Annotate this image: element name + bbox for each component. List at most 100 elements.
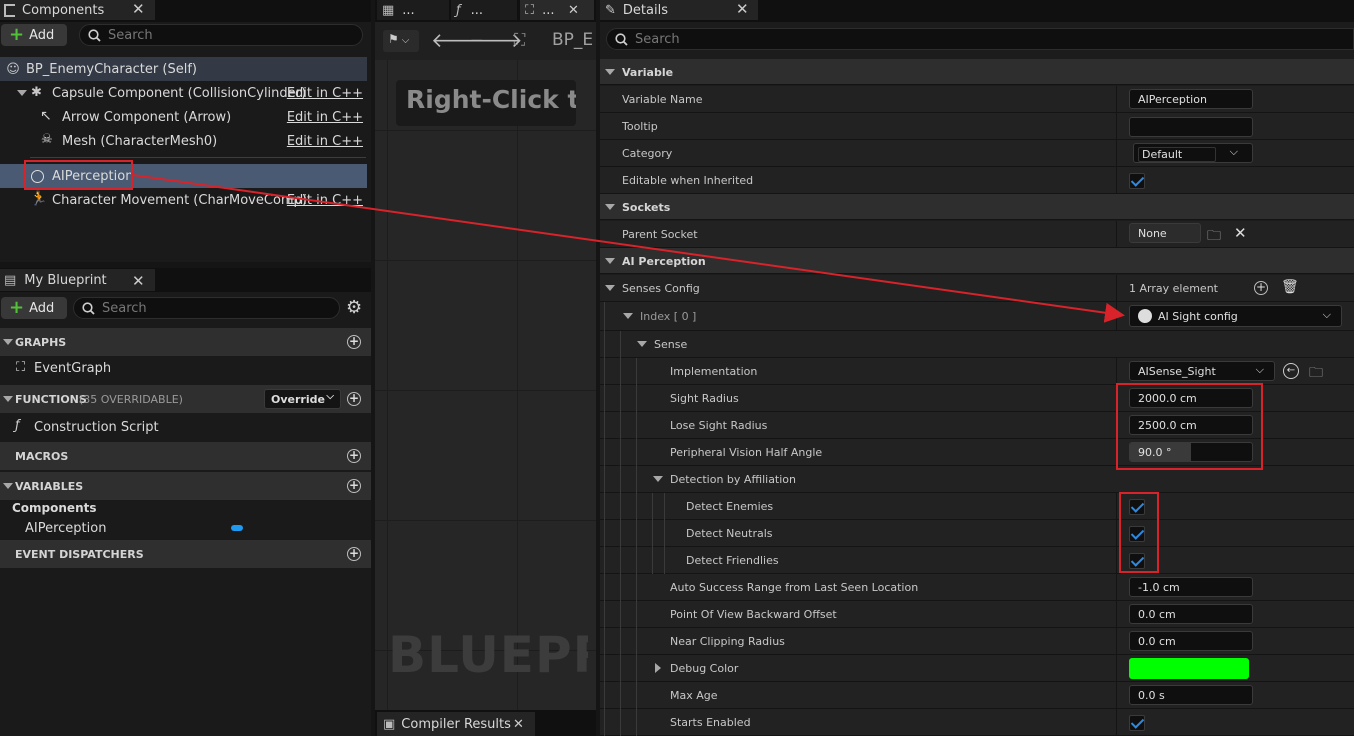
section-variables[interactable]: VARIABLES + <box>0 472 371 500</box>
collapse-arrow-icon <box>605 204 615 210</box>
section-event-dispatchers[interactable]: EVENT DISPATCHERS + <box>0 540 371 568</box>
add-component-button[interactable]: + Add <box>1 24 67 46</box>
tab-viewport[interactable]: ▦... <box>377 0 449 20</box>
sight-config-icon <box>1138 309 1152 323</box>
expand-arrow-icon <box>17 90 27 96</box>
collapse-arrow-icon[interactable] <box>623 313 633 319</box>
my-blueprint-search-input[interactable]: Search <box>73 297 340 319</box>
search-icon <box>82 301 95 315</box>
section-variable[interactable]: Variable <box>600 59 1354 85</box>
row-auto-success-range: Auto Success Range from Last Seen Locati… <box>600 574 1354 601</box>
construction-script-item[interactable]: ƒ Construction Script <box>0 415 371 439</box>
skeleton-icon: ☠ <box>41 132 53 147</box>
collapse-arrow-icon[interactable] <box>653 476 663 482</box>
bookmark-dropdown[interactable]: ⚑ ⌵ <box>383 30 419 52</box>
breadcrumb[interactable]: BP_E <box>552 30 593 50</box>
trash-icon[interactable]: 🗑 <box>1281 279 1299 295</box>
annotation-box-aiperception <box>24 160 133 190</box>
tab-compiler-results[interactable]: ▣ Compiler Results ✕ <box>377 712 535 736</box>
edit-in-cpp-link[interactable]: Edit in C++ <box>287 134 363 149</box>
close-icon[interactable]: ✕ <box>513 717 524 732</box>
max-age-input[interactable]: 0.0 s <box>1129 685 1253 705</box>
row-detection-affiliation: Detection by Affiliation <box>600 466 1354 493</box>
components-tab-label: Components <box>22 2 105 18</box>
variables-group-components[interactable]: Components <box>12 501 97 515</box>
annotation-box-affiliation-checks <box>1119 492 1159 573</box>
implementation-dropdown[interactable]: AISense_Sight ⌵ <box>1129 361 1275 381</box>
tooltip-input[interactable] <box>1129 117 1253 137</box>
row-parent-socket: Parent Socket None 🗀 ✕ <box>600 221 1354 248</box>
clear-x-icon[interactable]: ✕ <box>1234 224 1247 242</box>
component-row-capsule[interactable]: ✱ Capsule Component (CollisionCylinder) … <box>0 81 367 105</box>
section-functions[interactable]: FUNCTIONS (35 OVERRIDABLE) Override ⌵ + <box>0 385 371 413</box>
sense-config-dropdown[interactable]: AI Sight config ⌵ <box>1129 305 1342 327</box>
category-dropdown[interactable]: Default ⌵ <box>1133 143 1253 163</box>
graph-icon: ⛶ <box>16 360 26 375</box>
edit-in-cpp-link[interactable]: Edit in C++ <box>287 86 363 101</box>
expand-arrow-icon[interactable] <box>655 663 661 673</box>
movement-icon: 🏃 <box>30 191 48 207</box>
bookmark-icon: ⚑ <box>388 32 399 46</box>
grid-line <box>387 60 388 710</box>
add-element-icon[interactable]: + <box>1254 281 1268 295</box>
gear-icon[interactable]: ⚙ <box>346 297 362 319</box>
graph-icon: ⛶ <box>525 2 535 18</box>
add-graph-icon[interactable]: + <box>347 335 361 349</box>
editable-inherited-checkbox[interactable] <box>1129 173 1145 189</box>
component-row-mesh[interactable]: ☠ Mesh (CharacterMesh0) Edit in C++ <box>0 129 367 153</box>
component-row-arrow[interactable]: ↖ Arrow Component (Arrow) Edit in C++ <box>0 105 367 129</box>
browse-folder-icon[interactable]: 🗀 <box>1207 225 1221 249</box>
close-icon[interactable]: ✕ <box>736 0 749 18</box>
add-member-button[interactable]: + Add <box>1 297 67 319</box>
edit-in-cpp-link[interactable]: Edit in C++ <box>287 193 363 208</box>
variable-item-aiperception[interactable]: AIPerception <box>0 516 371 540</box>
add-macro-icon[interactable]: + <box>347 449 361 463</box>
grid-line <box>517 60 518 710</box>
right-click-hint: Right-Click t <box>396 80 576 126</box>
graph-icon: ⛶ <box>514 30 526 49</box>
close-icon[interactable]: ✕ <box>568 3 579 18</box>
grid-line <box>375 520 596 521</box>
collapse-arrow-icon[interactable] <box>605 285 615 291</box>
browse-folder-icon[interactable]: 🗀 <box>1309 362 1323 386</box>
row-detect-enemies: Detect Enemies <box>600 493 1354 520</box>
edit-in-cpp-link[interactable]: Edit in C++ <box>287 110 363 125</box>
components-search-input[interactable]: Search <box>79 24 363 46</box>
tab-details[interactable]: ✎ Details <box>600 0 758 20</box>
section-sockets[interactable]: Sockets <box>600 194 1354 220</box>
row-max-age: Max Age 0.0 s <box>600 682 1354 709</box>
starts-enabled-checkbox[interactable] <box>1129 715 1145 731</box>
add-function-icon[interactable]: + <box>347 392 361 406</box>
override-dropdown[interactable]: Override ⌵ <box>264 389 341 409</box>
row-debug-color: Debug Color <box>600 655 1354 682</box>
blueprint-watermark: BLUEPR <box>388 626 588 684</box>
section-macros[interactable]: MACROS + <box>0 442 371 470</box>
debug-color-swatch[interactable] <box>1129 658 1249 679</box>
row-implementation: Implementation AISense_Sight ⌵ ← 🗀 <box>600 358 1354 385</box>
variable-name-input[interactable]: AIPerception <box>1129 89 1253 109</box>
details-search-input[interactable]: Search <box>606 28 1354 50</box>
components-tab-icon <box>4 3 15 17</box>
pov-backward-offset-input[interactable]: 0.0 cm <box>1129 604 1253 624</box>
tab-event-graph[interactable]: ⛶... ✕ <box>520 0 594 20</box>
add-dispatcher-icon[interactable]: + <box>347 547 361 561</box>
graph-canvas[interactable] <box>375 60 596 710</box>
auto-success-range-input[interactable]: -1.0 cm <box>1129 577 1253 597</box>
collapse-arrow-icon[interactable] <box>637 341 647 347</box>
grid-line <box>375 390 596 391</box>
section-graphs[interactable]: GRAPHS + <box>0 328 371 356</box>
tab-construction[interactable]: ƒ... <box>451 0 517 20</box>
section-ai-perception[interactable]: AI Perception <box>600 248 1354 274</box>
add-variable-icon[interactable]: + <box>347 479 361 493</box>
close-icon[interactable]: ✕ <box>132 272 145 290</box>
divider <box>30 157 366 158</box>
use-selected-icon[interactable]: ← <box>1283 363 1299 379</box>
parent-socket-field[interactable]: None <box>1129 223 1201 243</box>
collapse-arrow-icon <box>605 69 615 75</box>
close-icon[interactable]: ✕ <box>132 0 145 18</box>
event-graph-item[interactable]: ⛶ EventGraph <box>0 356 371 380</box>
component-row-charmovement[interactable]: 🏃 Character Movement (CharMoveComp) Edit… <box>0 188 367 212</box>
row-pov-backward-offset: Point Of View Backward Offset 0.0 cm <box>600 601 1354 628</box>
component-self-row[interactable]: ☺ BP_EnemyCharacter (Self) <box>0 57 367 81</box>
near-clipping-radius-input[interactable]: 0.0 cm <box>1129 631 1253 651</box>
